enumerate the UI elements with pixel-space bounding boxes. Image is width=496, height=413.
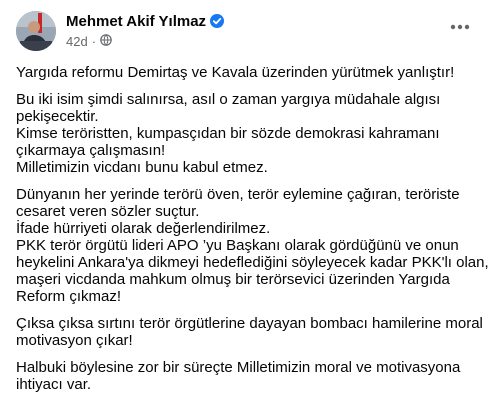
post-text-line: Halbuki böylesine zor bir süreçte Millet…: [16, 359, 461, 376]
post-text-line: PKK terör örgütü lideri APO ’yu Başkanı …: [16, 237, 459, 254]
post-text-line: pekişecektir.: [16, 108, 99, 125]
post-text-line: heykelini Ankara'ya dikmeyi hedeflediğin…: [16, 254, 489, 271]
post-text-line: maşeri vicdanda mahkum olmuş bir terörse…: [16, 271, 450, 288]
globe-icon[interactable]: [100, 34, 112, 49]
post-text-line: çıkarmaya çalışmasın!: [16, 142, 166, 159]
more-options-icon[interactable]: [446, 15, 474, 39]
post-text-line: Kimse teröristten, kumpasçıdan bir sözde…: [16, 125, 440, 142]
post-time[interactable]: 42d: [66, 34, 88, 49]
author-name-row: Mehmet Akif Yılmaz: [66, 13, 225, 32]
post-header: Mehmet Akif Yılmaz 42d ·: [16, 11, 480, 55]
post-text-line: cesaret veren sözler suçtur.: [16, 203, 200, 220]
post-text-line: Yargıda reformu Demirtaş ve Kavala üzeri…: [16, 64, 455, 81]
post-paragraph: Halbuki böylesine zor bir süreçte Millet…: [16, 359, 482, 393]
post-text-line: İfade hürriyeti olarak değerlendirilmez.: [16, 220, 271, 237]
post-text-line: ihtiyacı var.: [16, 376, 92, 393]
avatar-photo: [16, 11, 56, 51]
post-paragraph: Çıksa çıksa sırtını terör örgütlerine da…: [16, 315, 483, 349]
post-meta: 42d ·: [66, 34, 112, 49]
post-text-line: Reform çıkmaz!: [16, 288, 122, 305]
post-text-line: motivasyon çıkar!: [16, 332, 133, 349]
meta-separator: ·: [91, 34, 97, 49]
post-text-line: Milletimizin vicdanı bunu kabul etmez.: [16, 159, 268, 176]
post-text-line: Bu iki isim şimdi salınırsa, asıl o zama…: [16, 91, 441, 108]
post-paragraph: Yargıda reformu Demirtaş ve Kavala üzeri…: [16, 64, 482, 81]
facebook-post: Mehmet Akif Yılmaz 42d · Yargıda reformu…: [0, 0, 496, 413]
post-text-line: Çıksa çıksa sırtını terör örgütlerine da…: [16, 315, 483, 332]
author-name[interactable]: Mehmet Akif Yılmaz: [66, 13, 206, 30]
avatar[interactable]: [16, 11, 56, 51]
post-text: Yargıda reformu Demirtaş ve Kavala üzeri…: [16, 64, 489, 403]
verified-badge-icon: [210, 14, 225, 32]
post-paragraph: Bu iki isim şimdi salınırsa, asıl o zama…: [16, 91, 482, 176]
post-text-line: Dünyanın her yerinde terörü öven, terör …: [16, 186, 460, 203]
post-paragraph: Dünyanın her yerinde terörü öven, terör …: [16, 186, 489, 305]
